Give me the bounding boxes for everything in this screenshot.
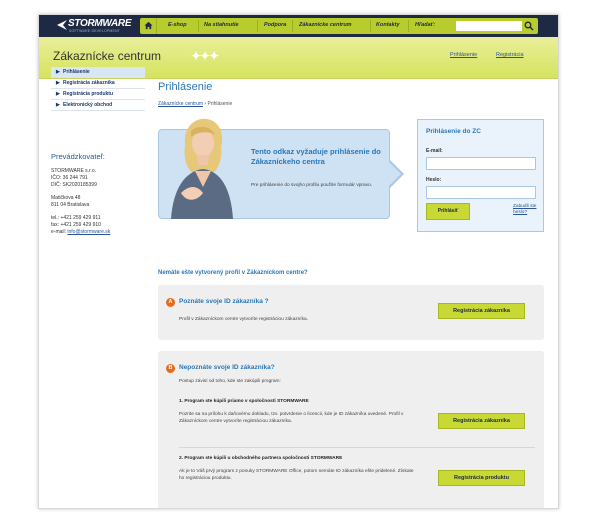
- stormware-logo[interactable]: STORMWARE SOFTWARE DEVELOPMENT: [57, 18, 132, 34]
- option-a-text: Profil v Zákazníckom centre vytvoríte re…: [179, 317, 309, 322]
- option-a-title: Poznáte svoje ID zákazníka ?: [179, 298, 269, 305]
- nav-divider: [292, 20, 293, 32]
- search-input[interactable]: [456, 21, 522, 31]
- option-b-badge: B: [166, 364, 175, 373]
- sidebar-item-label: Elektronický obchod: [63, 102, 113, 108]
- woman-photo: [171, 118, 233, 219]
- sidebar-item-product-registration[interactable]: ▶ Registrácia produktu: [51, 89, 145, 100]
- login-submit-button[interactable]: Prihlásiť: [426, 203, 470, 220]
- nav-divider: [408, 20, 409, 32]
- option-a-panel: A Poznáte svoje ID zákazníka ? Profil v …: [158, 285, 544, 340]
- operator-title: Prevádzkovateľ:: [51, 152, 105, 161]
- nav-divider: [198, 20, 199, 32]
- sidebar-menu: ▶ Prihlásenie ▶ Registrácia zákazníka ▶ …: [51, 67, 145, 111]
- password-label: Heslo:: [426, 177, 442, 183]
- operator-street: Matičkova 48: [51, 195, 81, 201]
- option-b2-text: Ak je to Váš prvý program z ponuky STORM…: [179, 469, 414, 481]
- option-b2-title: 2. Program ste kúpili u obchodného partn…: [179, 456, 343, 461]
- operator-email-link[interactable]: info@stormware.sk: [67, 229, 110, 235]
- breadcrumb-current: Prihlásenie: [207, 101, 233, 107]
- option-b1-title: 1. Program ste kúpili priamo v spoločnos…: [179, 399, 309, 404]
- top-navigation: STORMWARE SOFTWARE DEVELOPMENT E-shop Na…: [39, 15, 558, 37]
- search-label: Hľadať:: [415, 22, 436, 28]
- sidebar-item-customer-registration[interactable]: ▶ Registrácia zákazníka: [51, 78, 145, 89]
- people-figures-icon: ✦✦✦: [191, 49, 219, 63]
- forgot-password-link[interactable]: Zabudli ste heslo?: [513, 204, 541, 216]
- password-field[interactable]: [426, 186, 536, 199]
- header-link-register[interactable]: Registrácia: [496, 52, 524, 58]
- operator-fax: fax: +421 259 429 910: [51, 222, 101, 228]
- nav-divider: [257, 20, 258, 32]
- sidebar-item-eshop[interactable]: ▶ Elektronický obchod: [51, 100, 145, 111]
- arrow-right-icon: ▶: [56, 80, 60, 86]
- sidebar-item-label: Registrácia produktu: [63, 91, 114, 97]
- operator-company-block: STORMWARE s.r.o. IČO: 36 244 791 DIČ: SK…: [51, 168, 145, 189]
- option-b-intro: Postup závisí od toho, kde ste zakúpili …: [179, 379, 281, 384]
- option-b-panel: B Nepoznáte svoje ID zákazníka? Postup z…: [158, 351, 544, 508]
- register-customer-button[interactable]: Registrácia zákazníka: [438, 303, 525, 319]
- nav-item-contacts[interactable]: Kontakty: [376, 22, 400, 28]
- notice-text: Pre prihlásenie do svojho profilu použit…: [251, 183, 373, 188]
- operator-ico: IČO: 36 244 791: [51, 175, 88, 181]
- login-form: Prihlásenie do ZC E-mail: Heslo: Prihlás…: [417, 119, 544, 232]
- notice-heading: Tento odkaz vyžaduje prihlásenie do Záka…: [251, 147, 381, 166]
- option-divider: [179, 447, 535, 448]
- operator-city: 811 04 Bratislava: [51, 202, 90, 208]
- operator-company: STORMWARE s.r.o.: [51, 168, 97, 174]
- email-label: E-mail:: [426, 148, 443, 154]
- sidebar-item-login[interactable]: ▶ Prihlásenie: [51, 67, 145, 78]
- sidebar-item-label: Registrácia zákazníka: [63, 80, 115, 86]
- operator-email-label: e-mail:: [51, 229, 68, 235]
- arrow-right-icon: ▶: [56, 91, 60, 97]
- register-product-button[interactable]: Registrácia produktu: [438, 470, 525, 486]
- operator-info: Prevádzkovateľ: STORMWARE s.r.o. IČO: 36…: [51, 153, 145, 242]
- search-button[interactable]: [523, 20, 535, 32]
- option-b1-text: Pozrite sa na prílohu k daňovému dokladu…: [179, 412, 404, 424]
- logo-tagline: SOFTWARE DEVELOPMENT: [69, 29, 121, 33]
- option-a-badge: A: [166, 298, 175, 307]
- register-customer-button-2[interactable]: Registrácia zákazníka: [438, 413, 525, 429]
- operator-tel: tel.: +421 259 429 911: [51, 215, 101, 221]
- email-field[interactable]: [426, 157, 536, 170]
- logo-mark-icon: [57, 20, 67, 30]
- logo-text: STORMWARE: [68, 18, 132, 29]
- nav-item-eshop[interactable]: E-shop: [168, 22, 187, 28]
- operator-email-line: e-mail: info@stormware.sk: [51, 229, 145, 236]
- home-icon: [144, 21, 153, 30]
- nav-divider: [370, 20, 371, 32]
- notice-arrow-inner: [389, 162, 401, 186]
- option-b-title: Nepoznáte svoje ID zákazníka?: [179, 364, 275, 371]
- search-icon: [524, 21, 534, 31]
- nav-item-downloads[interactable]: Na stiahnutie: [204, 22, 239, 28]
- home-button[interactable]: [140, 18, 157, 34]
- section-title: Zákaznícke centrum: [53, 49, 162, 63]
- arrow-right-icon: ▶: [56, 69, 60, 75]
- nav-item-support[interactable]: Podpora: [264, 22, 286, 28]
- login-title: Prihlásenie do ZC: [426, 128, 481, 135]
- page-title: Prihlásenie: [158, 81, 213, 93]
- no-profile-question: Nemáte ešte vytvorený profil v Zákazníck…: [158, 270, 308, 276]
- operator-dic: DIČ: SK2020185399: [51, 182, 97, 188]
- breadcrumb: Zákaznícke centrum › Prihlásenie: [158, 101, 232, 107]
- sidebar-item-label: Prihlásenie: [63, 69, 90, 75]
- operator-address-block: Matičkova 48 811 04 Bratislava: [51, 195, 145, 209]
- operator-contact-block: tel.: +421 259 429 911 fax: +421 259 429…: [51, 215, 145, 236]
- breadcrumb-root-link[interactable]: Zákaznícke centrum: [158, 101, 203, 107]
- nav-item-customer-center[interactable]: Zákaznícke centrum: [299, 22, 352, 28]
- header-link-login[interactable]: Prihlásenie: [450, 52, 477, 58]
- arrow-right-icon: ▶: [56, 102, 60, 108]
- page-frame: STORMWARE SOFTWARE DEVELOPMENT E-shop Na…: [38, 14, 559, 509]
- main-menu: E-shop Na stiahnutie Podpora Zákaznícke …: [140, 18, 538, 34]
